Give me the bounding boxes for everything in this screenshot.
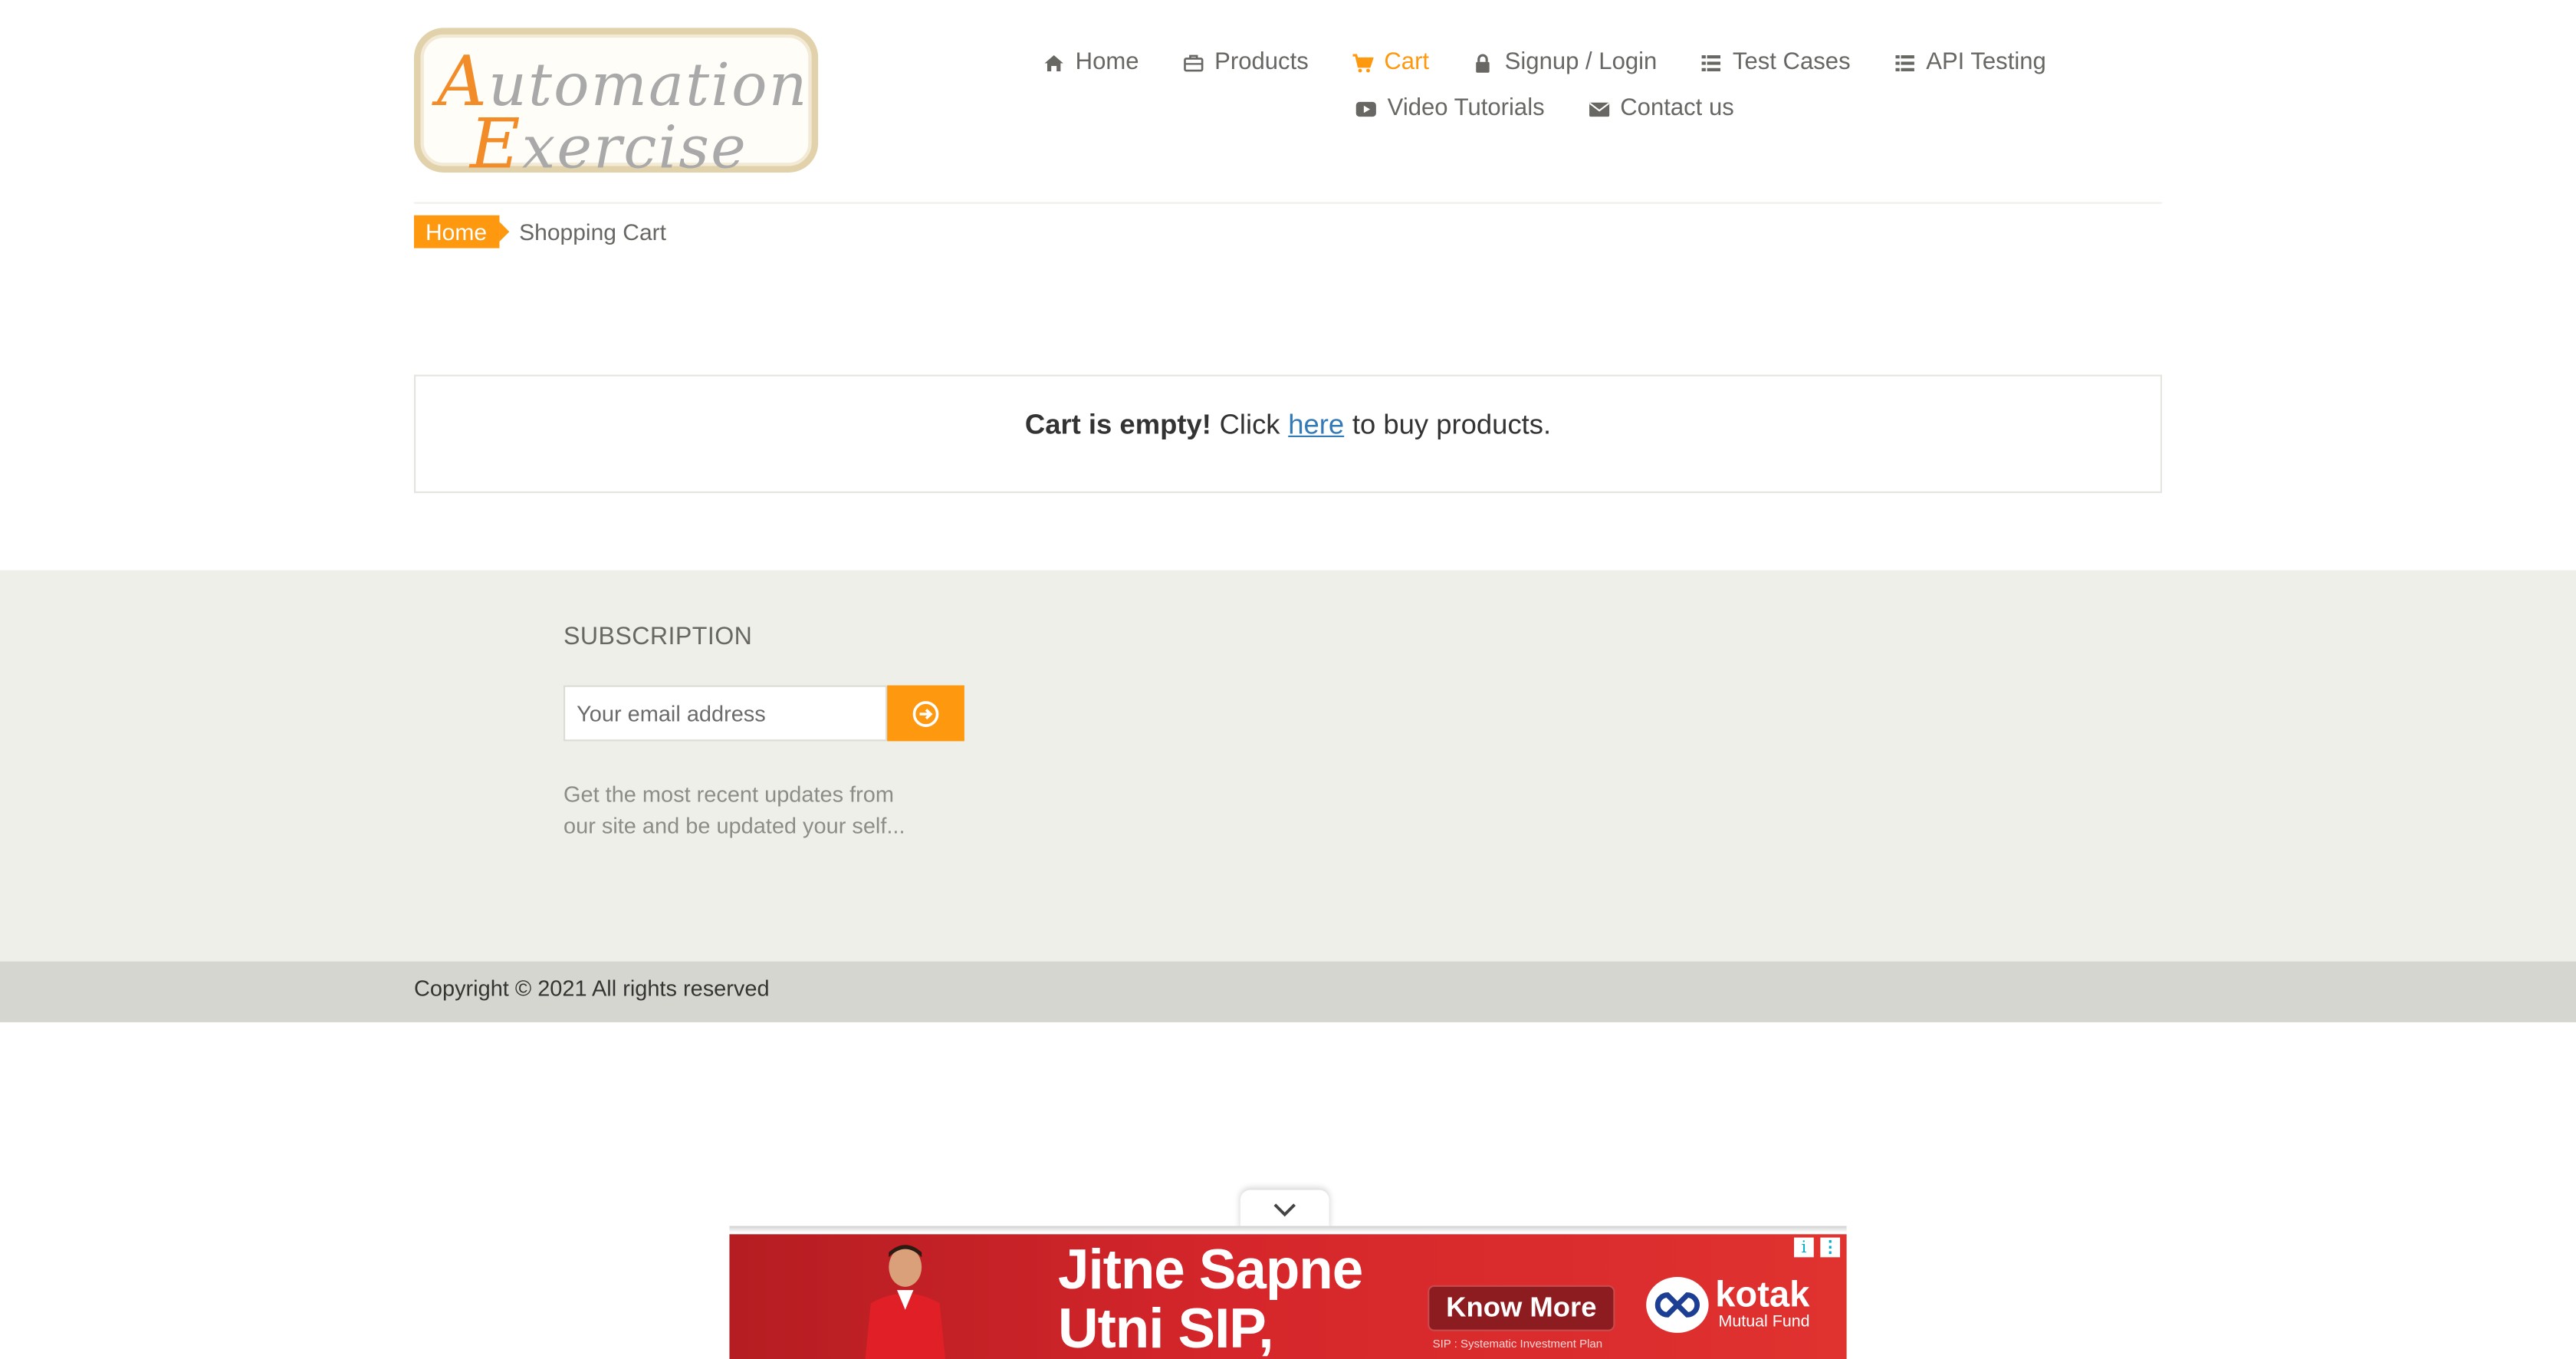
empty-cart-title: Cart is empty!: [1024, 409, 1211, 441]
products-icon: [1181, 51, 1204, 74]
ad-brand-sub: Mutual Fund: [1718, 1313, 1810, 1331]
arrow-circle-right-icon: [912, 699, 939, 727]
nav-row-2: Video Tutorials Contact us: [986, 85, 2103, 131]
subscription-email-input[interactable]: [564, 685, 888, 742]
subscription-title: SUBSCRIPTION: [564, 623, 753, 651]
ad-know-more-button[interactable]: Know More: [1428, 1285, 1615, 1331]
subscription-note: Get the most recent updates from our sit…: [564, 782, 905, 838]
ad-info-icon[interactable]: i: [1794, 1237, 1814, 1258]
nav-item-test-cases[interactable]: Test Cases: [1700, 49, 1851, 76]
empty-cart-text-post: to buy products.: [1352, 409, 1552, 441]
ad-headline: Jitne Sapne Utni SIP,: [1058, 1239, 1363, 1359]
nav-item-label: API Testing: [1926, 49, 2046, 76]
lock-icon: [1472, 51, 1495, 74]
nav-item-label: Contact us: [1620, 95, 1734, 122]
subscribe-button[interactable]: [887, 685, 964, 742]
empty-cart-panel: Cart is empty! Click here to buy product…: [414, 374, 2163, 493]
nav-item-label: Products: [1214, 49, 1309, 76]
ad-banner[interactable]: Jitne Sapne Utni SIP, Know More SIP : Sy…: [729, 1234, 1847, 1359]
nav-item-signup-login[interactable]: Signup / Login: [1472, 49, 1658, 76]
ad-brand: kotak: [1715, 1273, 1810, 1315]
buy-products-link[interactable]: here: [1288, 410, 1344, 443]
nav-item-api-testing[interactable]: API Testing: [1893, 49, 2046, 76]
nav-item-label: Home: [1075, 49, 1139, 76]
youtube-icon: [1355, 97, 1378, 120]
breadcrumb-home[interactable]: Home: [414, 215, 511, 248]
ad-headline-line-1: Jitne Sapne: [1058, 1239, 1363, 1302]
nav-row-1: Home Products Cart Signup / Login Test C…: [986, 39, 2103, 85]
nav-item-label: Cart: [1384, 49, 1430, 76]
nav-item-video-tutorials[interactable]: Video Tutorials: [1355, 95, 1545, 122]
home-icon: [1043, 51, 1066, 74]
nav-item-contact-us[interactable]: Contact us: [1587, 95, 1734, 122]
list-icon: [1700, 51, 1723, 74]
page: Automation Exercise Home Products Cart S…: [0, 0, 2576, 1359]
site-logo[interactable]: Automation Exercise: [414, 28, 819, 184]
ad-headline-line-2: Utni SIP,: [1058, 1298, 1274, 1359]
cart-icon: [1352, 51, 1375, 74]
list-icon: [1893, 51, 1916, 74]
copyright-text: Copyright © 2021 All rights reserved: [414, 976, 770, 1002]
footer-widget: [0, 570, 2576, 962]
logo-line-2: Exercise: [469, 104, 748, 185]
ad-options-icon[interactable]: ⋮: [1820, 1237, 1841, 1258]
nav-item-products[interactable]: Products: [1181, 49, 1309, 76]
footer-bottom: [0, 961, 2576, 1022]
ad-fine-print: SIP : Systematic Investment Plan: [1432, 1339, 1603, 1351]
nav-item-label: Test Cases: [1732, 49, 1851, 76]
header-divider: [414, 202, 2163, 204]
breadcrumb-current: Shopping Cart: [519, 219, 666, 245]
main-nav: Home Products Cart Signup / Login Test C…: [986, 39, 2103, 131]
nav-item-cart[interactable]: Cart: [1352, 49, 1430, 76]
chevron-down-icon: [1273, 1203, 1296, 1217]
nav-item-home[interactable]: Home: [1043, 49, 1139, 76]
ad-collapse-button[interactable]: [1240, 1190, 1329, 1229]
ad-person-image: [848, 1238, 963, 1359]
ad-shadow: [729, 1226, 1847, 1233]
nav-item-label: Video Tutorials: [1387, 95, 1545, 122]
nav-item-label: Signup / Login: [1504, 49, 1658, 76]
kotak-logo-icon: [1646, 1277, 1709, 1333]
empty-cart-text-pre: Click: [1219, 409, 1280, 441]
envelope-icon: [1587, 97, 1610, 120]
